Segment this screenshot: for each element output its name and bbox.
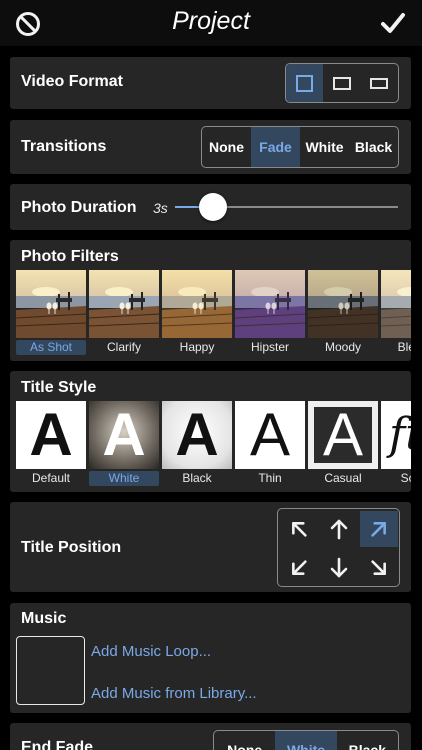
filter-thumbnail[interactable]: Bleach	[381, 270, 411, 358]
title-position-panel: Title Position	[10, 502, 411, 592]
title-style-label: Script	[400, 471, 411, 485]
title-style-thumbnail[interactable]: A White	[89, 401, 159, 489]
title-style-sample-letter: A	[175, 401, 219, 468]
title-style-preview: A	[235, 401, 305, 469]
transitions-label: Transitions	[21, 138, 107, 155]
filter-label: Hipster	[250, 340, 289, 354]
arrow-up-icon	[330, 519, 348, 540]
cinema-format-button[interactable]	[361, 64, 398, 102]
title-style-sample-letter: A	[249, 401, 291, 468]
filter-preview-image	[235, 270, 305, 338]
title-style-preview: A	[89, 401, 159, 469]
title-position-option[interactable]	[360, 511, 398, 547]
transitions-control: None Fade White Black	[201, 126, 399, 168]
music-panel: Music Add Music Loop... Add Music from L…	[10, 603, 411, 713]
title-style-thumbnail[interactable]: A Thin	[235, 401, 305, 489]
photo-filters-strip: As Shot Clarify Happy Hipster Moody Bleach	[16, 270, 411, 358]
filter-preview-image	[16, 270, 86, 338]
title-style-preview: ft	[381, 401, 411, 469]
filter-thumbnail[interactable]: Moody	[308, 270, 378, 358]
page-title: Project	[172, 7, 250, 35]
photo-duration-slider[interactable]	[175, 193, 398, 221]
title-style-thumbnail[interactable]: ft Script	[381, 401, 411, 489]
title-style-thumbnail[interactable]: A Black	[162, 401, 232, 489]
video-format-label: Video Format	[21, 73, 123, 90]
cinema-format-icon	[370, 77, 389, 89]
music-artwork	[16, 636, 85, 705]
top-bar: Project	[0, 0, 422, 46]
title-style-sample-letter: ft	[389, 409, 411, 460]
transition-fade-option[interactable]: Fade	[251, 127, 300, 167]
transition-white-option[interactable]: White	[300, 127, 349, 167]
title-position-option[interactable]	[320, 550, 358, 586]
checkmark-icon[interactable]	[380, 10, 406, 36]
add-music-library-link[interactable]: Add Music from Library...	[91, 685, 257, 702]
end-fade-white-option[interactable]: White	[275, 731, 337, 750]
title-style-strip: A Default A White A Black A Thin A Casual ft Script	[16, 401, 411, 489]
arrow-down-right-icon	[371, 560, 386, 575]
square-format-icon	[296, 74, 314, 92]
title-style-preview: A	[16, 401, 86, 469]
title-position-option[interactable]	[280, 511, 318, 547]
title-style-thumbnail[interactable]: A Casual	[308, 401, 378, 489]
title-style-label: Casual	[324, 471, 362, 485]
title-position-option[interactable]	[280, 550, 318, 586]
photo-filters-panel: Photo Filters As Shot Clarify Happy Hipster…	[10, 240, 411, 361]
filter-thumbnail[interactable]: Clarify	[89, 270, 159, 358]
filter-preview-image	[89, 270, 159, 338]
filter-preview-image	[308, 270, 378, 338]
title-position-grid	[277, 508, 400, 587]
title-style-preview: A	[308, 401, 378, 469]
title-style-panel: Title Style A Default A White A Black A Thin A Ca…	[10, 371, 411, 492]
filter-label: Happy	[179, 340, 215, 354]
photo-duration-value: 3s	[153, 200, 168, 216]
filter-thumbnail[interactable]: Hipster	[235, 270, 305, 358]
filter-label: As Shot	[16, 340, 86, 355]
arrow-up-right-icon	[371, 522, 386, 537]
title-style-label: White	[89, 471, 159, 486]
filter-thumbnail[interactable]: As Shot	[16, 270, 86, 358]
arrow-up-left-icon	[292, 522, 307, 537]
transitions-panel: Transitions None Fade White Black	[10, 120, 411, 174]
title-style-label: Title Style	[21, 379, 97, 396]
photo-duration-label: Photo Duration	[21, 199, 137, 216]
title-style-sample-letter: A	[322, 401, 364, 468]
transition-black-option[interactable]: Black	[349, 127, 398, 167]
end-fade-black-option[interactable]: Black	[337, 731, 398, 750]
filter-preview-image	[162, 270, 232, 338]
filter-thumbnail[interactable]: Happy	[162, 270, 232, 358]
photo-duration-panel: Photo Duration 3s	[10, 184, 411, 230]
title-style-label: Black	[182, 471, 212, 485]
widescreen-format-button[interactable]	[323, 64, 360, 102]
photo-filters-label: Photo Filters	[21, 248, 119, 265]
video-format-panel: Video Format	[10, 57, 411, 109]
end-fade-none-option[interactable]: None	[214, 731, 275, 750]
widescreen-format-icon	[332, 76, 351, 90]
filter-label: Clarify	[106, 340, 141, 354]
title-style-label: Default	[31, 471, 71, 485]
filter-label: Bleach	[397, 340, 411, 354]
square-format-button[interactable]	[286, 64, 324, 102]
title-position-option[interactable]	[360, 550, 398, 586]
video-format-control	[285, 63, 399, 103]
end-fade-panel: End Fade None White Black	[10, 723, 411, 750]
arrow-down-left-icon	[292, 560, 307, 575]
title-style-sample-letter: A	[29, 401, 73, 468]
filter-preview-image	[381, 270, 411, 338]
title-style-thumbnail[interactable]: A Default	[16, 401, 86, 489]
slider-thumb[interactable]	[198, 193, 227, 221]
end-fade-label: End Fade	[21, 739, 94, 750]
transition-none-option[interactable]: None	[202, 127, 251, 167]
arrow-down-icon	[330, 557, 348, 578]
title-position-label: Title Position	[21, 539, 122, 556]
title-style-sample-letter: A	[102, 401, 146, 468]
title-position-option[interactable]	[320, 511, 358, 547]
end-fade-control: None White Black	[213, 730, 399, 750]
title-style-label: Thin	[258, 471, 282, 485]
filter-label: Moody	[324, 340, 362, 354]
title-style-preview: A	[162, 401, 232, 469]
add-music-loop-link[interactable]: Add Music Loop...	[91, 643, 211, 660]
music-label: Music	[21, 610, 67, 627]
